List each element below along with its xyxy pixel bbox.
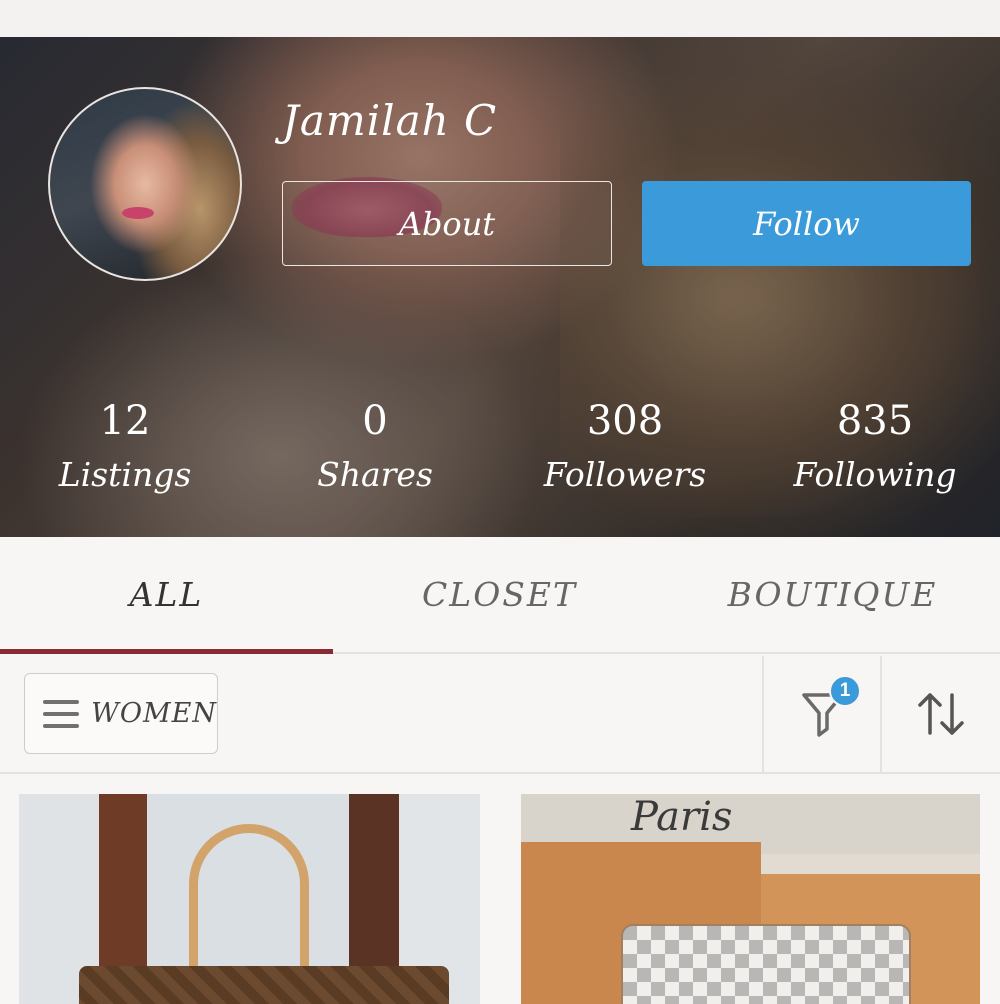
divider [762, 656, 764, 772]
sort-button[interactable] [882, 656, 1000, 772]
stat-followers[interactable]: 308 Followers [500, 395, 750, 501]
tab-boutique[interactable]: BOUTIQUE [666, 537, 999, 652]
stat-value: 308 [586, 398, 664, 444]
stat-value: 0 [362, 398, 388, 444]
stat-label: Followers [543, 455, 707, 494]
follow-button[interactable]: Follow [642, 181, 971, 266]
stat-listings[interactable]: 12 Listings [0, 395, 250, 501]
tab-all[interactable]: ALL [0, 537, 333, 652]
stat-value: 835 [836, 398, 914, 444]
tab-closet[interactable]: CLOSET [333, 537, 666, 652]
filter-button[interactable] [765, 656, 880, 772]
stat-value: 12 [99, 398, 151, 444]
stat-shares[interactable]: 0 Shares [250, 395, 500, 501]
department-label: WOMEN [91, 698, 217, 729]
listing-photo-text: Paris [631, 794, 733, 840]
active-tab-indicator [0, 649, 333, 654]
stat-label: Following [793, 455, 957, 494]
hamburger-icon [43, 699, 80, 728]
filter-count-badge: 1 [829, 675, 861, 707]
listing-card[interactable] [19, 794, 480, 1004]
listings-grid: Paris [0, 776, 1000, 1004]
about-button[interactable]: About [282, 181, 612, 266]
sort-arrows-icon [918, 693, 964, 735]
listing-card[interactable]: Paris [521, 794, 980, 1004]
department-button[interactable]: WOMEN [24, 673, 218, 754]
stat-label: Listings [58, 455, 192, 494]
filter-bar: WOMEN [0, 656, 1000, 774]
profile-name: Jamilah C [282, 96, 498, 145]
closet-tabs: ALL CLOSET BOUTIQUE [0, 537, 1000, 654]
status-bar [0, 0, 1000, 37]
stat-following[interactable]: 835 Following [750, 395, 1000, 501]
stat-label: Shares [317, 455, 433, 494]
avatar[interactable] [48, 87, 242, 281]
